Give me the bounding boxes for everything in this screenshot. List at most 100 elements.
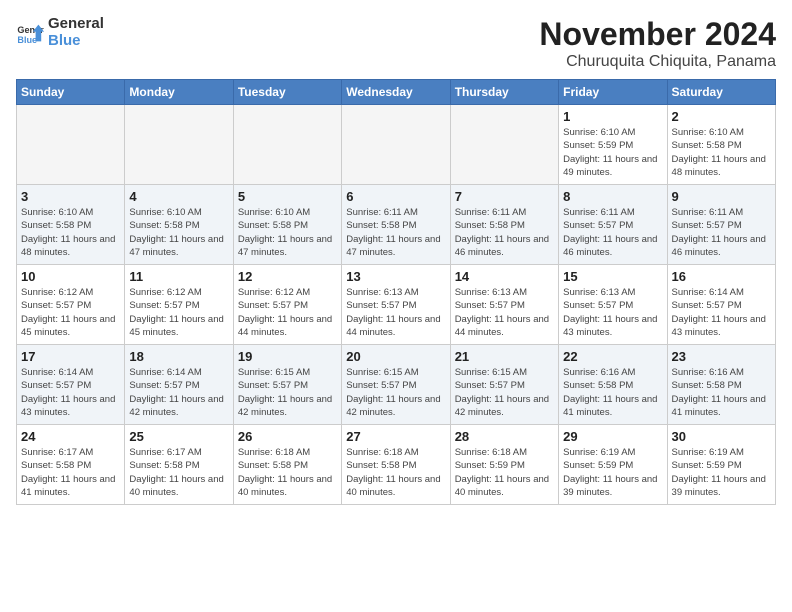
svg-text:Blue: Blue: [17, 34, 37, 44]
day-number: 17: [21, 349, 120, 364]
day-number: 14: [455, 269, 554, 284]
day-number: 26: [238, 429, 337, 444]
day-info: Sunrise: 6:19 AM Sunset: 5:59 PM Dayligh…: [563, 446, 662, 499]
calendar-table: SundayMondayTuesdayWednesdayThursdayFrid…: [16, 79, 776, 505]
title-area: November 2024 Churuquita Chiquita, Panam…: [539, 16, 776, 71]
calendar-cell: [17, 105, 125, 185]
day-info: Sunrise: 6:12 AM Sunset: 5:57 PM Dayligh…: [129, 286, 228, 339]
day-info: Sunrise: 6:15 AM Sunset: 5:57 PM Dayligh…: [455, 366, 554, 419]
day-info: Sunrise: 6:11 AM Sunset: 5:57 PM Dayligh…: [672, 206, 771, 259]
calendar-cell: 10 Sunrise: 6:12 AM Sunset: 5:57 PM Dayli…: [17, 265, 125, 345]
calendar-cell: 21 Sunrise: 6:15 AM Sunset: 5:57 PM Dayli…: [450, 345, 558, 425]
day-number: 29: [563, 429, 662, 444]
day-info: Sunrise: 6:17 AM Sunset: 5:58 PM Dayligh…: [129, 446, 228, 499]
day-info: Sunrise: 6:14 AM Sunset: 5:57 PM Dayligh…: [21, 366, 120, 419]
calendar-cell: 25 Sunrise: 6:17 AM Sunset: 5:58 PM Dayli…: [125, 425, 233, 505]
day-number: 27: [346, 429, 445, 444]
weekday-header-thursday: Thursday: [450, 80, 558, 105]
day-info: Sunrise: 6:19 AM Sunset: 5:59 PM Dayligh…: [672, 446, 771, 499]
day-info: Sunrise: 6:10 AM Sunset: 5:58 PM Dayligh…: [21, 206, 120, 259]
day-info: Sunrise: 6:14 AM Sunset: 5:57 PM Dayligh…: [672, 286, 771, 339]
day-number: 13: [346, 269, 445, 284]
calendar-cell: 29 Sunrise: 6:19 AM Sunset: 5:59 PM Dayli…: [559, 425, 667, 505]
day-number: 16: [672, 269, 771, 284]
day-info: Sunrise: 6:13 AM Sunset: 5:57 PM Dayligh…: [563, 286, 662, 339]
day-info: Sunrise: 6:16 AM Sunset: 5:58 PM Dayligh…: [672, 366, 771, 419]
calendar-week-3: 10 Sunrise: 6:12 AM Sunset: 5:57 PM Dayli…: [17, 265, 776, 345]
day-info: Sunrise: 6:18 AM Sunset: 5:58 PM Dayligh…: [238, 446, 337, 499]
day-number: 15: [563, 269, 662, 284]
day-number: 5: [238, 189, 337, 204]
day-number: 2: [672, 109, 771, 124]
calendar-cell: 30 Sunrise: 6:19 AM Sunset: 5:59 PM Dayli…: [667, 425, 775, 505]
calendar-cell: 9 Sunrise: 6:11 AM Sunset: 5:57 PM Daylig…: [667, 185, 775, 265]
day-number: 9: [672, 189, 771, 204]
day-number: 10: [21, 269, 120, 284]
calendar-cell: 13Sunrise: 6:13 AM Sunset: 5:57 PM Dayli…: [342, 265, 450, 345]
calendar-cell: 8 Sunrise: 6:11 AM Sunset: 5:57 PM Daylig…: [559, 185, 667, 265]
day-number: 12: [238, 269, 337, 284]
logo-icon: General Blue: [16, 19, 44, 47]
calendar-cell: 14 Sunrise: 6:13 AM Sunset: 5:57 PM Dayli…: [450, 265, 558, 345]
header: General Blue General Blue November 2024 …: [16, 16, 776, 71]
day-info: Sunrise: 6:13 AM Sunset: 5:57 PM Dayligh…: [455, 286, 554, 339]
calendar-cell: 7 Sunrise: 6:11 AM Sunset: 5:58 PM Daylig…: [450, 185, 558, 265]
weekday-header-sunday: Sunday: [17, 80, 125, 105]
day-number: 6: [346, 189, 445, 204]
day-info: Sunrise: 6:11 AM Sunset: 5:58 PM Dayligh…: [346, 206, 445, 259]
calendar-cell: 6 Sunrise: 6:11 AM Sunset: 5:58 PM Daylig…: [342, 185, 450, 265]
day-number: 20: [346, 349, 445, 364]
day-info: Sunrise: 6:14 AM Sunset: 5:57 PM Dayligh…: [129, 366, 228, 419]
calendar-cell: 18 Sunrise: 6:14 AM Sunset: 5:57 PM Dayli…: [125, 345, 233, 425]
day-info: Sunrise: 6:11 AM Sunset: 5:58 PM Dayligh…: [455, 206, 554, 259]
day-number: 11: [129, 269, 228, 284]
day-info: Sunrise: 6:12 AM Sunset: 5:57 PM Dayligh…: [238, 286, 337, 339]
logo: General Blue General Blue: [16, 16, 104, 49]
calendar-cell: 28 Sunrise: 6:18 AM Sunset: 5:59 PM Dayli…: [450, 425, 558, 505]
calendar-cell: [233, 105, 341, 185]
calendar-cell: 5Sunrise: 6:10 AM Sunset: 5:58 PM Daylig…: [233, 185, 341, 265]
weekday-header-tuesday: Tuesday: [233, 80, 341, 105]
day-info: Sunrise: 6:16 AM Sunset: 5:58 PM Dayligh…: [563, 366, 662, 419]
day-number: 7: [455, 189, 554, 204]
calendar-cell: 16 Sunrise: 6:14 AM Sunset: 5:57 PM Dayli…: [667, 265, 775, 345]
day-number: 1: [563, 109, 662, 124]
calendar-cell: 27 Sunrise: 6:18 AM Sunset: 5:58 PM Dayli…: [342, 425, 450, 505]
day-info: Sunrise: 6:12 AM Sunset: 5:57 PM Dayligh…: [21, 286, 120, 339]
day-info: Sunrise: 6:10 AM Sunset: 5:58 PM Dayligh…: [129, 206, 228, 259]
weekday-header-wednesday: Wednesday: [342, 80, 450, 105]
calendar-cell: 19Sunrise: 6:15 AM Sunset: 5:57 PM Dayli…: [233, 345, 341, 425]
calendar-cell: 23 Sunrise: 6:16 AM Sunset: 5:58 PM Dayli…: [667, 345, 775, 425]
day-info: Sunrise: 6:15 AM Sunset: 5:57 PM Dayligh…: [346, 366, 445, 419]
calendar-cell: 3 Sunrise: 6:10 AM Sunset: 5:58 PM Daylig…: [17, 185, 125, 265]
day-number: 18: [129, 349, 228, 364]
month-title: November 2024: [539, 16, 776, 53]
day-info: Sunrise: 6:11 AM Sunset: 5:57 PM Dayligh…: [563, 206, 662, 259]
calendar-week-4: 17 Sunrise: 6:14 AM Sunset: 5:57 PM Dayli…: [17, 345, 776, 425]
calendar-cell: [125, 105, 233, 185]
calendar-cell: 1Sunrise: 6:10 AM Sunset: 5:59 PM Daylig…: [559, 105, 667, 185]
day-number: 23: [672, 349, 771, 364]
calendar-week-2: 3 Sunrise: 6:10 AM Sunset: 5:58 PM Daylig…: [17, 185, 776, 265]
logo-general: General: [48, 16, 104, 33]
calendar-cell: 11 Sunrise: 6:12 AM Sunset: 5:57 PM Dayli…: [125, 265, 233, 345]
day-number: 3: [21, 189, 120, 204]
location-title: Churuquita Chiquita, Panama: [539, 53, 776, 71]
logo-blue: Blue: [48, 33, 104, 50]
day-info: Sunrise: 6:18 AM Sunset: 5:59 PM Dayligh…: [455, 446, 554, 499]
calendar-cell: 2 Sunrise: 6:10 AM Sunset: 5:58 PM Daylig…: [667, 105, 775, 185]
day-info: Sunrise: 6:17 AM Sunset: 5:58 PM Dayligh…: [21, 446, 120, 499]
calendar-cell: 15 Sunrise: 6:13 AM Sunset: 5:57 PM Dayli…: [559, 265, 667, 345]
day-info: Sunrise: 6:10 AM Sunset: 5:58 PM Dayligh…: [672, 126, 771, 179]
day-number: 24: [21, 429, 120, 444]
calendar-cell: 22 Sunrise: 6:16 AM Sunset: 5:58 PM Dayli…: [559, 345, 667, 425]
day-number: 25: [129, 429, 228, 444]
day-number: 8: [563, 189, 662, 204]
day-info: Sunrise: 6:18 AM Sunset: 5:58 PM Dayligh…: [346, 446, 445, 499]
day-number: 30: [672, 429, 771, 444]
calendar-cell: [342, 105, 450, 185]
calendar-cell: 12 Sunrise: 6:12 AM Sunset: 5:57 PM Dayli…: [233, 265, 341, 345]
day-number: 28: [455, 429, 554, 444]
day-number: 22: [563, 349, 662, 364]
day-number: 21: [455, 349, 554, 364]
